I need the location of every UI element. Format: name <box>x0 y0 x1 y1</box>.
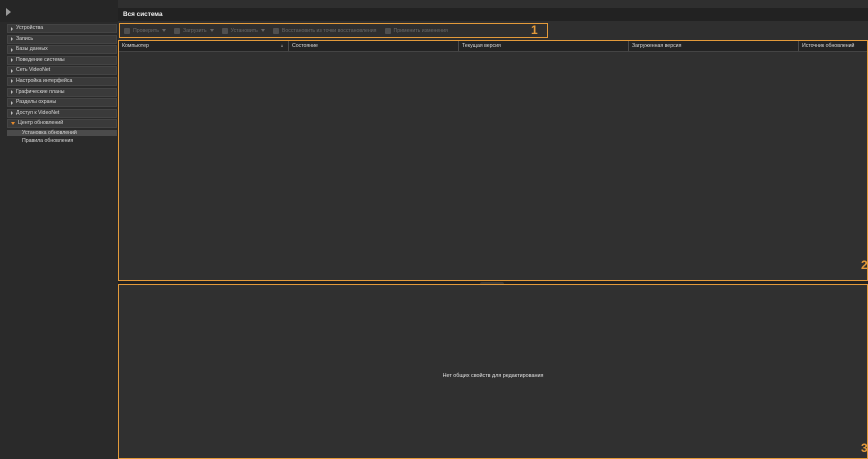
expand-triangle-icon <box>11 37 13 42</box>
chevron-down-icon[interactable] <box>161 29 166 32</box>
callout-number: 2 <box>861 258 868 272</box>
toolbar: Проверить Загрузить Установить Восстанов… <box>119 23 548 38</box>
check-button[interactable]: Проверить <box>124 27 166 34</box>
left-column: Устройства Запись Базы данных Поведение … <box>0 0 118 459</box>
download-icon <box>173 27 180 34</box>
apply-icon <box>384 27 391 34</box>
chevron-down-icon[interactable] <box>260 29 265 32</box>
sidebar-item-label: Поведение системы <box>16 56 65 63</box>
sidebar-item-videonet-network[interactable]: Сеть VideoNet <box>7 66 117 76</box>
properties-panel: Нет общих свойств для редактирования <box>118 284 868 459</box>
sidebar-item-videonet-access[interactable]: Доступ к VideoNet <box>7 108 117 118</box>
sidebar-subitem-update-rules[interactable]: Правила обновления <box>7 138 117 145</box>
column-header-state[interactable]: Состояние <box>289 41 459 51</box>
sidebar-item-label: Сеть VideoNet <box>16 67 51 74</box>
sidebar-item-security-sections[interactable]: Разделы охраны <box>7 98 117 108</box>
sidebar-item-label: Доступ к VideoNet <box>16 109 60 116</box>
sidebar-item-label: Устройства <box>16 25 44 31</box>
collapse-arrow-icon[interactable] <box>6 8 11 16</box>
page-title: Вся система <box>118 8 868 21</box>
apply-changes-button[interactable]: Применить изменения <box>384 27 448 34</box>
table-header: Компьютер Состояние Текущая версия Загру… <box>119 41 867 52</box>
sidebar-item-label: Базы данных <box>16 46 48 53</box>
chevron-down-icon[interactable] <box>209 29 214 32</box>
sidebar-item-label: Настройка интерфейса <box>16 77 73 84</box>
sidebar-item-label: Разделы охраны <box>16 99 57 106</box>
download-button[interactable]: Загрузить <box>173 27 214 34</box>
restore-button[interactable]: Восстановить из точки восстановления <box>272 27 377 34</box>
column-header-label: Компьютер <box>122 43 149 49</box>
check-button-label: Проверить <box>133 27 159 34</box>
sort-icon <box>281 44 283 47</box>
callout-number: 1 <box>531 23 538 37</box>
download-button-label: Загрузить <box>182 27 207 34</box>
sidebar-item-system-behavior[interactable]: Поведение системы <box>7 55 117 65</box>
apply-changes-button-label: Применить изменения <box>393 27 448 34</box>
sidebar-item-update-center[interactable]: Центр обновлений <box>7 119 117 129</box>
install-button-label: Установить <box>230 27 258 34</box>
expand-triangle-icon <box>11 26 13 31</box>
check-icon <box>124 27 130 34</box>
restore-button-label: Восстановить из точки восстановления <box>281 27 377 34</box>
sidebar-item-databases[interactable]: Базы данных <box>7 45 117 55</box>
callout-number: 3 <box>861 441 868 455</box>
column-header-downloaded-version[interactable]: Загруженная версия <box>629 41 799 51</box>
sidebar-item-interface-settings[interactable]: Настройка интерфейса <box>7 76 117 86</box>
empty-properties-message: Нет общих свойств для редактирования <box>442 373 544 379</box>
sidebar-item-devices[interactable]: Устройства <box>7 24 117 33</box>
expand-triangle-icon <box>11 79 13 84</box>
install-button[interactable]: Установить <box>221 27 265 34</box>
sidebar-item-label: Центр обновлений <box>18 120 64 127</box>
updates-table: Компьютер Состояние Текущая версия Загру… <box>118 40 868 281</box>
expand-triangle-icon <box>11 111 13 116</box>
column-header-computer[interactable]: Компьютер <box>119 41 289 51</box>
sidebar-subitem-install-updates[interactable]: Установка обновлений <box>7 129 117 137</box>
sidebar-item-label: Графические планы <box>16 88 65 95</box>
expand-triangle-icon <box>11 68 13 73</box>
sidebar: Устройства Запись Базы данных Поведение … <box>7 24 117 146</box>
expand-triangle-icon <box>11 47 13 52</box>
sidebar-item-graphic-plans[interactable]: Графические планы <box>7 87 117 97</box>
expand-triangle-icon <box>11 90 13 95</box>
sidebar-item-recording[interactable]: Запись <box>7 34 117 44</box>
install-icon <box>221 27 228 34</box>
sidebar-item-label: Запись <box>16 35 34 42</box>
expand-triangle-icon <box>11 100 13 105</box>
column-header-update-source[interactable]: Источник обновлений <box>799 41 867 51</box>
logo-strip <box>0 0 118 22</box>
column-header-current-version[interactable]: Текущая версия <box>459 41 629 51</box>
expand-triangle-icon <box>11 58 13 63</box>
restore-icon <box>272 27 279 34</box>
collapse-triangle-icon <box>11 122 15 126</box>
